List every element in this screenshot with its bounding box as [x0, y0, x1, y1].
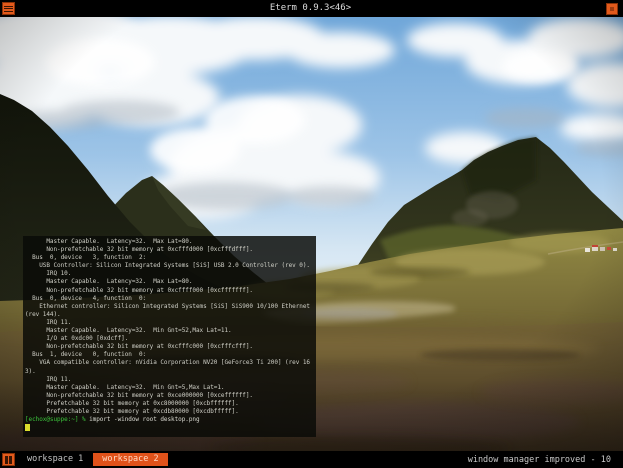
terminal-line: Ethernet controller: Silicon Integrated …: [25, 303, 314, 311]
terminal-cursor-line: [25, 424, 314, 432]
terminal-line: Bus 0, device 4, function 0:: [25, 295, 314, 303]
wm-status-text: window manager improved - 10: [468, 455, 611, 465]
terminal-line: Master Capable. Latency=32. Max Lat=80.: [25, 238, 314, 246]
terminal-line: Master Capable. Latency=32. Min Gnt=52,M…: [25, 327, 314, 335]
terminal-line: Master Capable. Latency=32. Max Lat=80.: [25, 278, 314, 286]
window-menu-button[interactable]: [2, 2, 15, 15]
terminal-window[interactable]: Master Capable. Latency=32. Max Lat=80. …: [23, 236, 316, 437]
terminal-line: I/O at 0xdc00 [0xdcff].: [25, 335, 314, 343]
window-iconify-button[interactable]: [606, 3, 618, 15]
terminal-line: Prefetchable 32 bit memory at 0xcdb80000…: [25, 408, 314, 416]
iconify-icon: [610, 7, 614, 11]
terminal-line: IRQ 11.: [25, 376, 314, 384]
terminal-line: Bus 0, device 3, function 2:: [25, 254, 314, 262]
workspace-2-button[interactable]: workspace 2: [93, 453, 167, 466]
terminal-line: (rev 144).: [25, 311, 314, 319]
workspace-1-button[interactable]: workspace 1: [23, 453, 87, 466]
terminal-line: Prefetchable 32 bit memory at 0xc8000000…: [25, 400, 314, 408]
shell-prompt: [echox@suppe:~] %: [25, 416, 86, 423]
terminal-prompt-line: [echox@suppe:~] % import -window root de…: [25, 416, 314, 424]
shell-command: import -window root desktop.png: [86, 416, 200, 423]
terminal-line: Bus 1, device 0, function 0:: [25, 351, 314, 359]
terminal-output: Master Capable. Latency=32. Max Lat=80. …: [25, 238, 314, 416]
titlebar: Eterm 0.9.3<46>: [0, 0, 623, 17]
taskbar-menu-button[interactable]: [2, 453, 15, 466]
terminal-line: IRQ 10.: [25, 270, 314, 278]
terminal-line: Non-prefetchable 32 bit memory at 0xcfff…: [25, 287, 314, 295]
terminal-line: USB Controller: Silicon Integrated Syste…: [25, 262, 314, 270]
taskbar: workspace 1 workspace 2 window manager i…: [0, 451, 623, 468]
terminal-line: VGA compatible controller: nVidia Corpor…: [25, 359, 314, 367]
terminal-line: Non-prefetchable 32 bit memory at 0xcfff…: [25, 343, 314, 351]
terminal-line: Master Capable. Latency=32. Min Gnt=5,Ma…: [25, 384, 314, 392]
terminal-line: Non-prefetchable 32 bit memory at 0xcfff…: [25, 246, 314, 254]
terminal-line: 3).: [25, 368, 314, 376]
terminal-cursor[interactable]: [25, 424, 30, 431]
terminal-line: Non-prefetchable 32 bit memory at 0xce00…: [25, 392, 314, 400]
window-title: Eterm 0.9.3<46>: [15, 0, 606, 17]
terminal-line: IRQ 11.: [25, 319, 314, 327]
